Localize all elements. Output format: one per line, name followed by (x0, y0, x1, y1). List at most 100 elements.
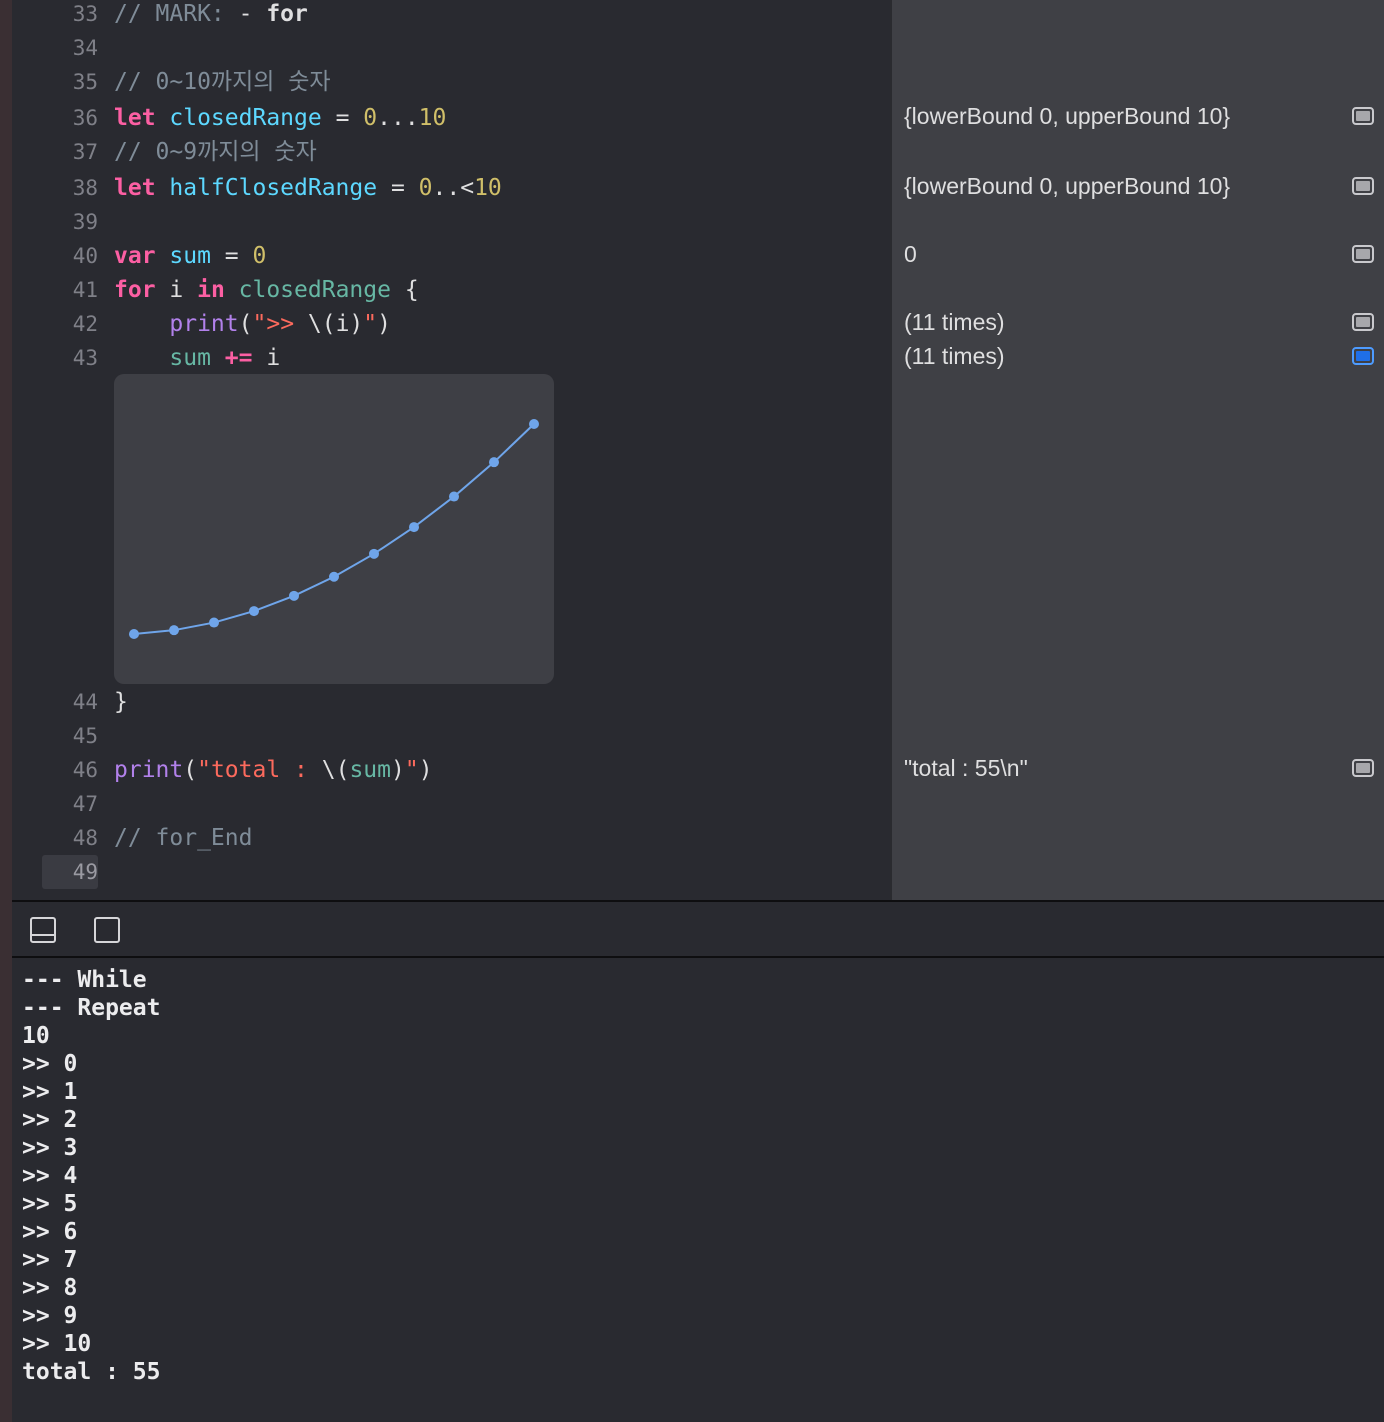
code-line[interactable]: 35 // 0~10까지의 숫자 (12, 65, 890, 99)
code-text: print("total : \(sum)") (114, 753, 433, 787)
code-token: \( (321, 757, 350, 783)
code-token: 0 (363, 105, 378, 131)
result-value: (11 times) (904, 343, 1005, 369)
console-line: >> 8 (22, 1275, 78, 1301)
line-number: 45 (72, 724, 98, 748)
code-text: print(">> \(i)") (114, 307, 391, 341)
code-line[interactable]: 39 (12, 205, 890, 239)
code-line[interactable]: 34 (12, 31, 890, 65)
console-output: --- While --- Repeat 10 >> 0 >> 1 >> 2 >> 3 >> … (22, 966, 1362, 1386)
console-line: --- While (22, 967, 147, 993)
results-sidebar: {lowerBound 0, upperBound 10} {lowerBound… (890, 0, 1384, 900)
code-token: ... (377, 105, 419, 131)
code-token: var (114, 243, 170, 269)
left-gutter-strip (0, 0, 12, 1422)
code-token: "total : (197, 757, 322, 783)
code-line[interactable]: 48 // for_End (12, 821, 890, 855)
code-line[interactable]: 49 (12, 855, 890, 889)
console-line: >> 10 (22, 1331, 92, 1357)
code-token: 10 (418, 105, 447, 131)
code-token: ) (377, 311, 391, 337)
quick-look-icon[interactable] (1352, 313, 1374, 331)
console-line: --- Repeat (22, 995, 161, 1021)
code-line[interactable]: 47 (12, 787, 890, 821)
graph-point (169, 625, 179, 636)
code-token: let (114, 175, 170, 201)
code-token: = (377, 175, 419, 201)
graph-point (489, 457, 499, 468)
console-line: >> 5 (22, 1191, 78, 1217)
code-text: // 0~10까지의 숫자 (114, 65, 331, 99)
code-line[interactable]: 43 sum += i (12, 341, 890, 375)
code-editor[interactable]: 33 // MARK: - for 34 35 // 0~10까지의 숫자 36 let c… (12, 0, 890, 900)
code-token: for (266, 1, 308, 27)
console-line: >> 4 (22, 1163, 78, 1189)
code-text: } (114, 685, 128, 719)
code-token: sum (169, 243, 211, 269)
quick-look-icon[interactable] (1352, 245, 1374, 263)
line-number: 47 (72, 792, 98, 816)
graph-line (133, 423, 535, 635)
code-line[interactable]: 37 // 0~9까지의 숫자 (12, 135, 890, 169)
console-line: >> 0 (22, 1051, 78, 1077)
console-line: 10 (22, 1023, 50, 1049)
code-text: let closedRange = 0...10 (114, 101, 446, 135)
console-line: >> 9 (22, 1303, 78, 1329)
line-number: 34 (72, 36, 98, 60)
line-number: 44 (72, 690, 98, 714)
code-line[interactable]: 42 print(">> \(i)") (12, 307, 890, 341)
code-token: ">> (252, 311, 308, 337)
graph-point (329, 571, 339, 582)
code-token: let (114, 105, 170, 131)
result-value: (11 times) (904, 309, 1005, 335)
code-token: - (238, 1, 267, 27)
code-token: in (197, 277, 239, 303)
code-line[interactable]: 46 print("total : \(sum)") (12, 753, 890, 787)
code-token: closedRange (238, 277, 391, 303)
code-line[interactable]: 38 let halfClosedRange = 0..<10 (12, 171, 890, 205)
result-value: {lowerBound 0, upperBound 10} (904, 103, 1231, 129)
code-text: var sum = 0 (114, 239, 266, 273)
graph-point (249, 606, 259, 617)
result-value: 0 (904, 241, 917, 267)
graph-point (529, 419, 539, 429)
code-line[interactable]: 44} (12, 685, 890, 719)
code-token: i (252, 345, 281, 371)
console-line: >> 7 (22, 1247, 78, 1273)
line-number: 37 (72, 140, 98, 164)
graph-point (289, 590, 299, 601)
code-token: ) (418, 757, 433, 783)
line-number: 40 (72, 244, 98, 268)
line-number: 48 (72, 826, 98, 850)
code-token: i (169, 277, 198, 303)
line-number: 36 (72, 106, 98, 130)
split-view-icon[interactable] (94, 917, 120, 943)
hide-debug-area-icon[interactable] (30, 917, 56, 943)
code-line[interactable]: 40 var sum = 0 (12, 239, 890, 273)
code-line[interactable]: 33 // MARK: - for (12, 0, 890, 31)
debug-toolbar (12, 900, 1384, 958)
code-token: = (210, 243, 253, 269)
code-token: // 0~10까지의 숫자 (114, 69, 331, 95)
quick-look-icon[interactable] (1352, 107, 1374, 125)
console-line: >> 1 (22, 1079, 78, 1105)
code-token: } (114, 689, 128, 715)
code-token: print (169, 311, 239, 337)
quick-look-icon[interactable] (1352, 759, 1374, 777)
code-line[interactable]: 41 for i in closedRange { (12, 273, 890, 307)
code-token: ) (390, 757, 405, 783)
code-line[interactable]: 45 (12, 719, 890, 753)
code-token: \(i) (307, 311, 364, 337)
code-line[interactable]: 36 let closedRange = 0...10 (12, 101, 890, 135)
line-number: 43 (72, 346, 98, 370)
code-token: // for_End (114, 825, 253, 851)
quick-look-icon[interactable] (1352, 347, 1374, 365)
line-number: 41 (72, 278, 98, 302)
code-token: ( (238, 311, 253, 337)
line-number: 46 (72, 758, 98, 782)
result-value: "total : 55\n" (904, 755, 1028, 781)
quick-look-icon[interactable] (1352, 177, 1374, 195)
sum-graph-plot (129, 419, 539, 639)
code-token: { (390, 277, 419, 303)
result-value: {lowerBound 0, upperBound 10} (904, 173, 1231, 199)
